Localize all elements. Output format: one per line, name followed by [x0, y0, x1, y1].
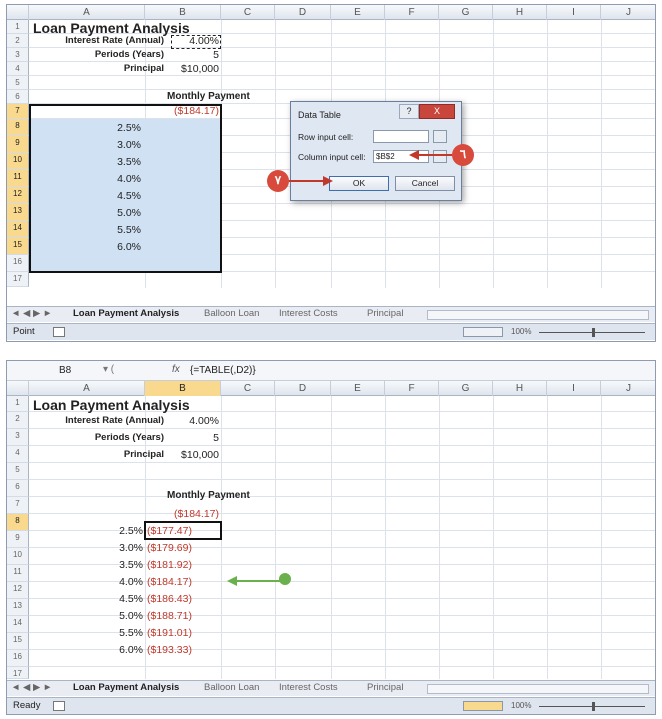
sheet-tab-principal[interactable]: Principal [367, 682, 403, 693]
sheet-tab-bar: ◄ ◀ ▶ ► Loan Payment Analysis Balloon Lo… [7, 680, 655, 696]
view-buttons-icon[interactable] [463, 327, 503, 337]
sheet-tab-loan-payment[interactable]: Loan Payment Analysis [73, 308, 179, 319]
zoom-slider-thumb[interactable] [592, 328, 595, 337]
status-bar: Ready 100% [7, 697, 655, 714]
horizontal-scrollbar[interactable] [427, 684, 649, 694]
zoom-level: 100% [511, 701, 532, 710]
status-mode: Point [13, 326, 35, 337]
green-arrow-head [227, 576, 237, 586]
spreadsheet-window-top: A B C D E F G H I J 1 2 3 4 5 6 7 8 9 10… [6, 4, 656, 342]
callout-arrows [289, 150, 452, 186]
sheet-tab-loan-payment[interactable]: Loan Payment Analysis [73, 682, 179, 693]
macro-record-icon[interactable] [53, 327, 65, 337]
sheet-nav-icons[interactable]: ◄ ◀ ▶ ► [11, 682, 52, 693]
step-badge-seven: ٧ [267, 170, 289, 192]
sheet-nav-icons[interactable]: ◄ ◀ ▶ ► [11, 308, 52, 319]
green-dot [279, 573, 291, 585]
status-mode: Ready [13, 700, 41, 711]
arrow-six-head [409, 150, 419, 160]
sheet-tab-balloon[interactable]: Balloon Loan [204, 308, 259, 319]
sheet-tab-principal[interactable]: Principal [367, 308, 403, 319]
sheet-tab-interest[interactable]: Interest Costs [279, 682, 338, 693]
zoom-level: 100% [511, 327, 532, 336]
horizontal-scrollbar[interactable] [427, 310, 649, 320]
spreadsheet-window-bottom: B8 ▾ ( fx {=TABLE(,D2)} A B C D E F G H … [6, 360, 656, 715]
status-bar: Point 100% [7, 323, 655, 340]
sheet-tab-interest[interactable]: Interest Costs [279, 308, 338, 319]
sheet-tab-bar: ◄ ◀ ▶ ► Loan Payment Analysis Balloon Lo… [7, 306, 655, 322]
zoom-slider-thumb[interactable] [592, 702, 595, 711]
callout-arrow-green [227, 573, 291, 586]
step-badge-six: ٦ [452, 144, 474, 166]
sheet-tab-balloon[interactable]: Balloon Loan [204, 682, 259, 693]
macro-record-icon[interactable] [53, 701, 65, 711]
arrow-seven-head [323, 176, 333, 186]
view-buttons-icon[interactable] [463, 701, 503, 711]
